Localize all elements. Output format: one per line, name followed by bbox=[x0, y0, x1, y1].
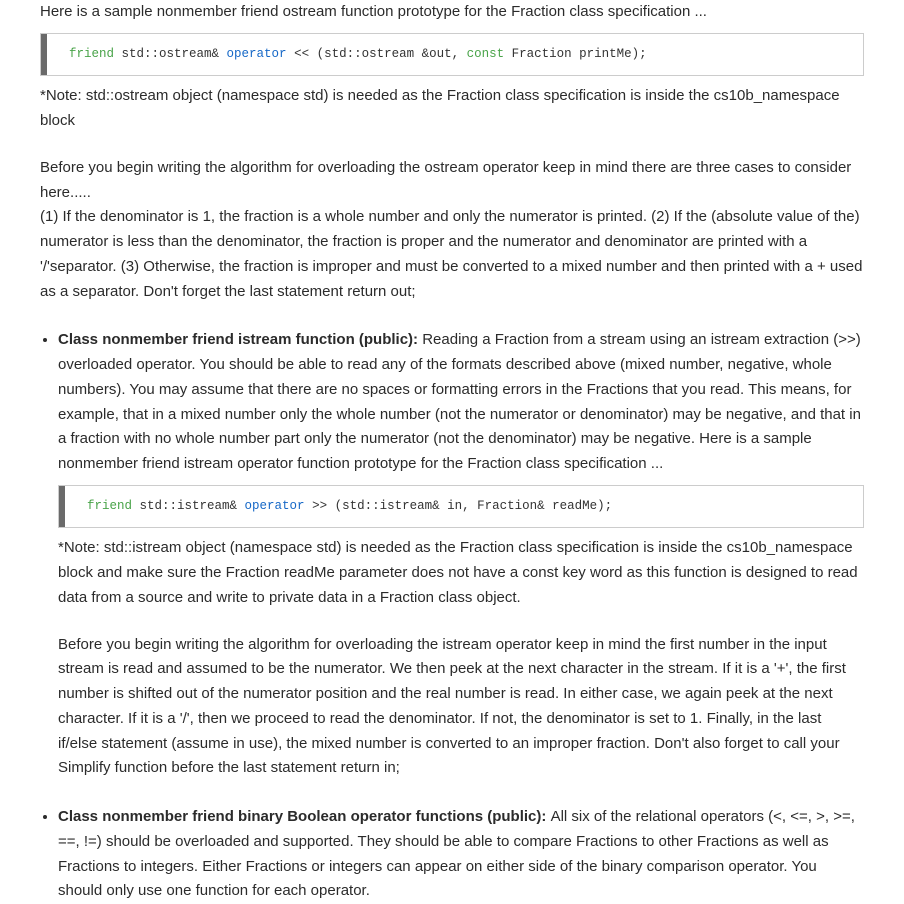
code-text: std::istream& bbox=[132, 499, 245, 513]
keyword-operator: operator bbox=[227, 47, 287, 61]
code-block-ostream: friend std::ostream& operator << (std::o… bbox=[40, 33, 864, 77]
intro-paragraph: Here is a sample nonmember friend ostrea… bbox=[40, 0, 864, 25]
istream-lead: Class nonmember friend istream function … bbox=[58, 331, 422, 348]
keyword-friend: friend bbox=[87, 499, 132, 513]
istream-paragraph: Class nonmember friend istream function … bbox=[58, 328, 864, 477]
note-ostream: *Note: std::ostream object (namespace st… bbox=[40, 84, 864, 134]
bullet-list: Class nonmember friend istream function … bbox=[40, 328, 864, 904]
istream-algorithm: Before you begin writing the algorithm f… bbox=[58, 633, 864, 782]
keyword-operator: operator bbox=[245, 499, 305, 513]
boolops-paragraph: Class nonmember friend binary Boolean op… bbox=[58, 805, 864, 904]
code-block-accent bbox=[41, 34, 47, 76]
code-text: >> (std::istream& in, Fraction& readMe); bbox=[305, 499, 613, 513]
code-block-istream: friend std::istream& operator >> (std::i… bbox=[58, 485, 864, 529]
code-content: friend std::istream& operator >> (std::i… bbox=[59, 486, 863, 528]
ostream-cases: (1) If the denominator is 1, the fractio… bbox=[40, 205, 864, 304]
keyword-const: const bbox=[467, 47, 505, 61]
list-item-boolops: Class nonmember friend binary Boolean op… bbox=[58, 805, 864, 904]
code-text: std::ostream& bbox=[114, 47, 227, 61]
list-item-istream: Class nonmember friend istream function … bbox=[58, 328, 864, 781]
keyword-friend: friend bbox=[69, 47, 114, 61]
code-block-accent bbox=[59, 486, 65, 528]
istream-body: Reading a Fraction from a stream using a… bbox=[58, 331, 861, 472]
document-content: Here is a sample nonmember friend ostrea… bbox=[40, 0, 864, 904]
code-text: << (std::ostream &out, bbox=[287, 47, 467, 61]
code-text: Fraction printMe); bbox=[504, 47, 647, 61]
code-content: friend std::ostream& operator << (std::o… bbox=[41, 34, 863, 76]
boolops-lead: Class nonmember friend binary Boolean op… bbox=[58, 808, 551, 825]
ostream-intro: Before you begin writing the algorithm f… bbox=[40, 156, 864, 206]
note-istream: *Note: std::istream object (namespace st… bbox=[58, 536, 864, 610]
